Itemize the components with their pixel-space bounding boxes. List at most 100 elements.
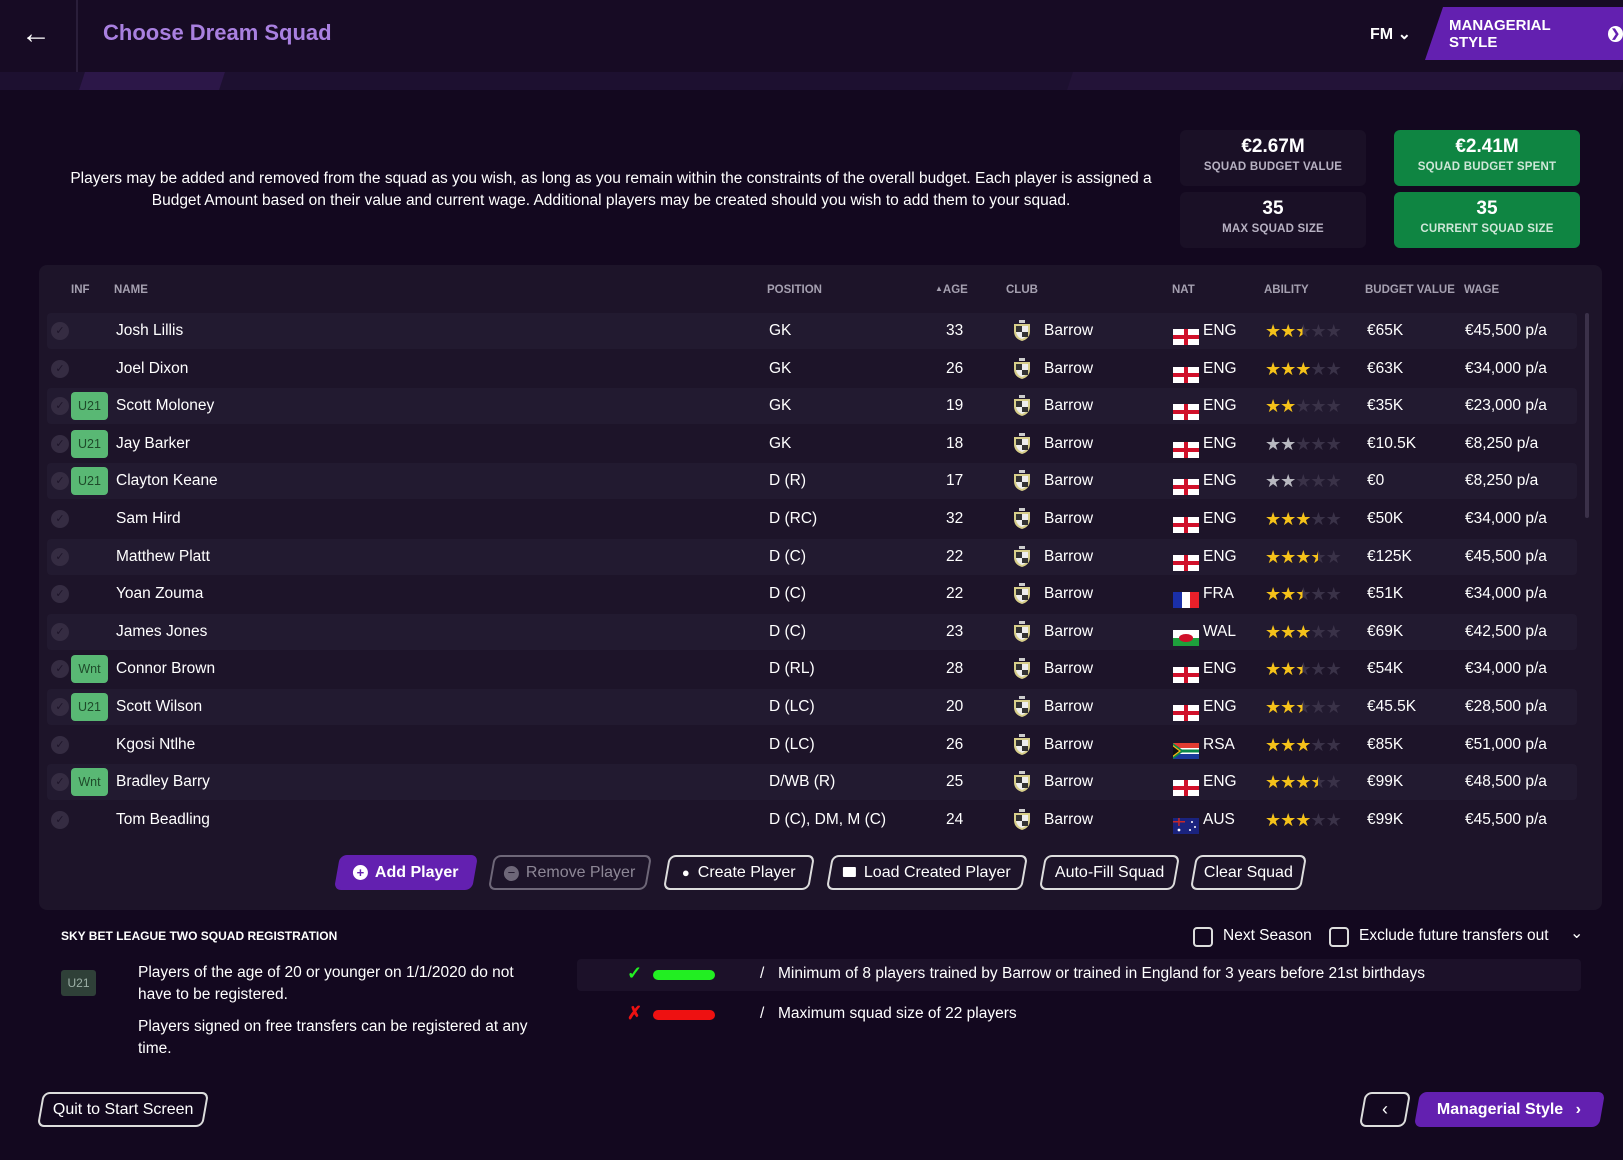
player-name[interactable]: Connor Brown — [116, 651, 215, 687]
player-club[interactable]: Barrow — [1012, 426, 1093, 462]
exclude-transfers-checkbox[interactable] — [1329, 927, 1349, 947]
player-name[interactable]: Joel Dixon — [116, 351, 188, 387]
player-name[interactable]: Yoan Zouma — [116, 576, 203, 612]
player-age: 23 — [946, 622, 964, 640]
player-name[interactable]: Clayton Keane — [116, 463, 218, 499]
selected-check-icon[interactable]: ✓ — [51, 547, 69, 566]
table-row[interactable]: ✓ Tom Beadling D (C), DM, M (C) 24 Barrow AUS… — [47, 802, 1577, 838]
player-position: D (R) — [769, 472, 807, 490]
player-club[interactable]: Barrow — [1012, 501, 1093, 537]
player-club[interactable]: Barrow — [1012, 313, 1093, 349]
table-row[interactable]: ✓ Kgosi Ntlhe D (LC) 26 Barrow RSA ★★★★★ €85K €5… — [47, 727, 1577, 763]
table-row[interactable]: ✓ U21 Scott Moloney GK 19 Barrow ENG ★★★★★ €35K €… — [47, 388, 1577, 425]
table-scrollbar[interactable] — [1585, 313, 1589, 518]
previous-button[interactable]: ‹ — [1358, 1092, 1412, 1127]
add-player-button[interactable]: + Add Player — [333, 855, 479, 890]
player-club[interactable]: Barrow — [1012, 651, 1093, 687]
column-header-club[interactable]: CLUB — [1006, 284, 1038, 296]
auto-fill-squad-button[interactable]: Auto-Fill Squad — [1038, 855, 1181, 890]
table-row[interactable]: ✓ U21 Jay Barker GK 18 Barrow ENG ★★★★★ €10.5K €8… — [47, 426, 1577, 462]
player-name[interactable]: James Jones — [116, 614, 207, 650]
table-row[interactable]: ✓ Josh Lillis GK 33 Barrow ENG ★★★★★ €65K €45,50… — [47, 313, 1577, 349]
wage: €34,000 p/a — [1465, 585, 1547, 603]
player-name[interactable]: Scott Moloney — [116, 388, 214, 424]
player-name[interactable]: Matthew Platt — [116, 539, 210, 575]
clear-squad-button[interactable]: Clear Squad — [1189, 855, 1308, 890]
column-header-nat[interactable]: NAT — [1172, 284, 1195, 296]
column-header-budget-value[interactable]: BUDGET VALUE — [1365, 284, 1455, 296]
selected-check-icon[interactable]: ✓ — [51, 359, 69, 378]
rule-status-bar — [653, 970, 715, 980]
player-club[interactable]: Barrow — [1012, 463, 1093, 499]
star-empty-icon: ★ — [1310, 433, 1326, 454]
create-player-button[interactable]: ● Create Player — [662, 855, 816, 890]
selected-check-icon[interactable]: ✓ — [51, 434, 69, 453]
cross-icon: ✗ — [627, 1003, 643, 1023]
player-name[interactable]: Scott Wilson — [116, 689, 202, 725]
column-header-ability[interactable]: ABILITY — [1264, 284, 1309, 296]
selected-check-icon[interactable]: ✓ — [51, 397, 69, 416]
player-name[interactable]: Kgosi Ntlhe — [116, 727, 195, 763]
registration-rule: ✗ / Maximum squad size of 22 players — [577, 999, 1581, 1031]
player-name[interactable]: Sam Hird — [116, 501, 181, 537]
table-row[interactable]: ✓ Wnt Connor Brown D (RL) 28 Barrow ENG ★★★★★ €5… — [47, 651, 1577, 687]
table-row[interactable]: ✓ James Jones D (C) 23 Barrow WAL ★★★★★ €69K €42… — [47, 613, 1577, 650]
ability-stars: ★★★★★ — [1265, 614, 1342, 650]
column-header-inf[interactable]: INF — [71, 284, 90, 296]
column-header-wage[interactable]: WAGE — [1464, 284, 1499, 296]
selected-check-icon[interactable]: ✓ — [51, 735, 69, 754]
star-full-icon: ★ — [1280, 659, 1296, 680]
ability-stars: ★★★★★ — [1265, 651, 1342, 687]
selected-check-icon[interactable]: ✓ — [51, 773, 69, 792]
player-name[interactable]: Josh Lillis — [116, 313, 183, 349]
player-club[interactable]: Barrow — [1012, 614, 1093, 650]
table-row[interactable]: ✓ U21 Scott Wilson D (LC) 20 Barrow ENG ★★★★★ €4… — [47, 689, 1577, 725]
selected-check-icon[interactable]: ✓ — [51, 810, 69, 829]
player-club[interactable]: Barrow — [1012, 764, 1093, 800]
star-empty-icon: ★ — [1325, 546, 1342, 567]
player-name[interactable]: Jay Barker — [116, 426, 190, 462]
expand-chevron-icon[interactable]: ⌄ — [1570, 923, 1583, 943]
selected-check-icon[interactable]: ✓ — [51, 585, 69, 604]
table-row[interactable]: ✓ U21 Clayton Keane D (R) 17 Barrow ENG ★★★★★ €0… — [47, 463, 1577, 500]
fm-menu-button[interactable]: FM ⌄ — [1370, 24, 1411, 44]
player-club[interactable]: Barrow — [1012, 727, 1093, 763]
player-club[interactable]: Barrow — [1012, 539, 1093, 575]
remove-player-button[interactable]: − Remove Player — [487, 855, 653, 890]
player-club[interactable]: Barrow — [1012, 689, 1093, 725]
table-row[interactable]: ✓ Matthew Platt D (C) 22 Barrow ENG ★★★★★ €125K… — [47, 538, 1577, 575]
table-row[interactable]: ✓ Sam Hird D (RC) 32 Barrow ENG ★★★★★ €50K €34,0… — [47, 501, 1577, 537]
column-header-position[interactable]: POSITION — [767, 284, 822, 296]
column-header-name[interactable]: NAME — [114, 284, 148, 296]
player-club[interactable]: Barrow — [1012, 576, 1093, 612]
budget-value: €125K — [1367, 547, 1412, 565]
table-row[interactable]: ✓ Joel Dixon GK 26 Barrow ENG ★★★★★ €63K €34,000… — [47, 351, 1577, 387]
player-name[interactable]: Bradley Barry — [116, 764, 210, 800]
table-row[interactable]: ✓ Yoan Zouma D (C) 22 Barrow FRA ★★★★★ €51K €34,… — [47, 576, 1577, 612]
player-name[interactable]: Tom Beadling — [116, 802, 210, 838]
player-club[interactable]: Barrow — [1012, 802, 1093, 838]
budget-value: €45.5K — [1367, 698, 1417, 715]
registration-note-u21: Players of the age of 20 or younger on 1… — [138, 964, 514, 1003]
load-created-player-button[interactable]: Load Created Player — [825, 855, 1029, 890]
column-header-age[interactable]: ▲AGE — [935, 284, 968, 296]
ability-stars: ★★★★★ — [1265, 802, 1342, 838]
back-arrow-icon[interactable]: ← — [12, 14, 60, 54]
next-season-checkbox[interactable] — [1193, 927, 1213, 947]
wanted-badge: Wnt — [71, 768, 108, 797]
selected-check-icon[interactable]: ✓ — [51, 322, 69, 340]
player-nationality: ENG — [1173, 651, 1237, 687]
selected-check-icon[interactable]: ✓ — [51, 698, 69, 716]
selected-check-icon[interactable]: ✓ — [51, 660, 69, 679]
managerial-style-top-button[interactable]: MANAGERIAL STYLE ❯ — [1425, 7, 1623, 60]
player-club[interactable]: Barrow — [1012, 351, 1093, 387]
selected-check-icon[interactable]: ✓ — [51, 472, 69, 491]
quit-to-start-button[interactable]: Quit to Start Screen — [36, 1092, 210, 1127]
selected-check-icon[interactable]: ✓ — [51, 510, 69, 528]
managerial-style-next-button[interactable]: Managerial Style › — [1413, 1092, 1606, 1127]
player-club[interactable]: Barrow — [1012, 388, 1093, 424]
selected-check-icon[interactable]: ✓ — [51, 622, 69, 641]
wage: €34,000 p/a — [1465, 660, 1547, 678]
budget-value: €99K — [1367, 773, 1404, 791]
table-row[interactable]: ✓ Wnt Bradley Barry D/WB (R) 25 Barrow ENG ★★★★… — [47, 764, 1577, 801]
